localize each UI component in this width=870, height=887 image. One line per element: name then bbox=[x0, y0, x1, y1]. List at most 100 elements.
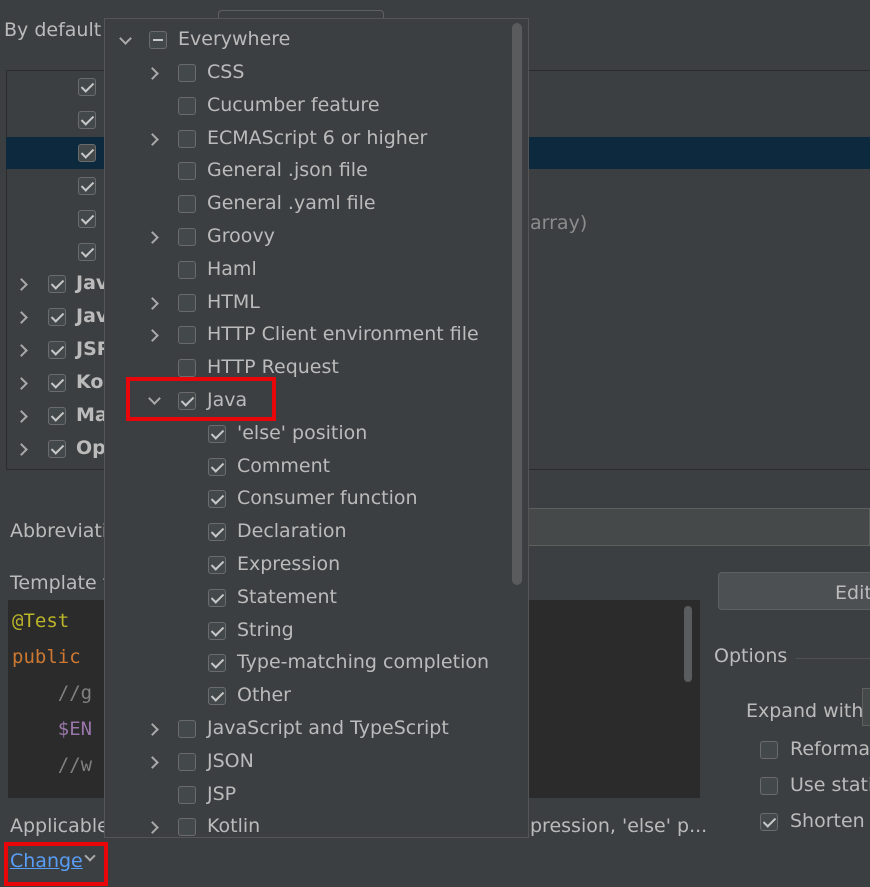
context-checkbox-statement[interactable] bbox=[208, 588, 226, 607]
applicable-label: Applicable bbox=[10, 815, 109, 837]
popup-scrollbar[interactable] bbox=[512, 23, 522, 585]
context-checkbox-javascript-and-typescript[interactable] bbox=[178, 720, 196, 738]
editor-scrollbar[interactable] bbox=[684, 606, 692, 682]
context-checkbox-groovy[interactable] bbox=[178, 228, 196, 246]
edit-variables-button[interactable]: Edit bbox=[718, 572, 870, 610]
group-checkbox[interactable] bbox=[48, 308, 66, 326]
template-checkbox[interactable] bbox=[78, 177, 96, 195]
group-checkbox[interactable] bbox=[48, 275, 66, 293]
context-label-groovy: Groovy bbox=[207, 225, 275, 247]
everywhere-label: Everywhere bbox=[178, 28, 291, 50]
context-label-http-client-environment-file: HTTP Client environment file bbox=[207, 323, 479, 346]
context-label-general-yaml-file: General .yaml file bbox=[207, 192, 376, 215]
context-label-comment: Comment bbox=[237, 454, 331, 477]
context-checkbox-type-matching-completion[interactable] bbox=[208, 654, 226, 673]
context-label-consumer-function: Consumer function bbox=[237, 487, 418, 510]
context-checkbox-declaration[interactable] bbox=[208, 523, 226, 542]
context-checkbox-kotlin[interactable] bbox=[178, 818, 196, 837]
option-checkbox[interactable] bbox=[760, 777, 778, 795]
code-line: //g bbox=[12, 682, 93, 704]
code-line: $EN bbox=[12, 718, 93, 740]
context-label-type-matching-completion: Type-matching completion bbox=[237, 651, 490, 674]
option-checkbox[interactable] bbox=[760, 813, 778, 831]
chevron-right-icon[interactable] bbox=[146, 755, 159, 769]
everywhere-checkbox[interactable] bbox=[149, 31, 167, 49]
expand-with-dropdown[interactable] bbox=[862, 688, 870, 726]
template-checkbox[interactable] bbox=[78, 111, 96, 129]
context-checkbox-else-position[interactable] bbox=[208, 424, 226, 443]
chevron-right-icon[interactable] bbox=[146, 67, 159, 80]
by-default-label: By default e bbox=[4, 19, 119, 41]
group-checkbox[interactable] bbox=[48, 374, 66, 392]
context-checkbox-html[interactable] bbox=[178, 293, 196, 312]
context-label-javascript-and-typescript: JavaScript and TypeScript bbox=[207, 717, 449, 739]
context-label-else-position: 'else' position bbox=[237, 421, 368, 444]
group-label: Ma bbox=[76, 404, 108, 426]
chevron-right-icon[interactable] bbox=[146, 231, 159, 244]
template-description-fragment: array) bbox=[530, 212, 588, 234]
context-label-general-json-file: General .json file bbox=[207, 159, 368, 182]
abbreviation-input[interactable] bbox=[520, 508, 870, 546]
context-popup[interactable]: Everywhere CSS Cucumber feature ECMAScript … bbox=[104, 18, 529, 838]
context-label-json: JSON bbox=[207, 749, 254, 772]
context-label-cucumber-feature: Cucumber feature bbox=[207, 93, 380, 116]
context-checkbox-string[interactable] bbox=[208, 621, 226, 640]
context-label-other: Other bbox=[237, 684, 291, 707]
chevron-right-icon[interactable] bbox=[146, 821, 159, 835]
context-label-http-request: HTTP Request bbox=[207, 356, 339, 379]
template-checkbox[interactable] bbox=[78, 144, 96, 162]
context-checkbox-jsp[interactable] bbox=[178, 785, 196, 804]
context-checkbox-json[interactable] bbox=[178, 752, 196, 771]
option-checkbox[interactable] bbox=[760, 741, 778, 759]
applicable-contexts-text: pression, 'else' p... bbox=[530, 815, 708, 837]
context-checkbox-general-json-file[interactable] bbox=[178, 162, 196, 181]
context-checkbox-general-yaml-file[interactable] bbox=[178, 195, 196, 214]
edit-button-label: Edit bbox=[835, 582, 870, 604]
option-label: Reformat bbox=[790, 738, 870, 760]
context-checkbox-http-request[interactable] bbox=[178, 359, 196, 378]
context-label-css: CSS bbox=[207, 61, 245, 83]
template-checkbox[interactable] bbox=[78, 243, 96, 261]
change-link-highlight bbox=[4, 842, 108, 886]
chevron-right-icon[interactable] bbox=[146, 132, 159, 146]
options-separator bbox=[796, 658, 870, 659]
context-checkbox-cucumber-feature[interactable] bbox=[178, 96, 196, 115]
context-checkbox-other[interactable] bbox=[208, 687, 226, 706]
context-checkbox-http-client-environment-file[interactable] bbox=[178, 326, 196, 345]
option-label: Shorten F bbox=[790, 810, 870, 832]
code-line: //w bbox=[12, 754, 93, 776]
option-label: Use static bbox=[790, 774, 870, 796]
java-item-highlight bbox=[126, 377, 276, 421]
group-label: Ko bbox=[76, 371, 104, 393]
group-label: Op bbox=[76, 437, 106, 459]
abbreviation-label: Abbreviatio bbox=[10, 520, 119, 542]
context-checkbox-consumer-function[interactable] bbox=[208, 490, 226, 509]
options-title: Options bbox=[714, 645, 788, 667]
context-label-haml: Haml bbox=[207, 257, 257, 280]
context-checkbox-comment[interactable] bbox=[208, 457, 226, 476]
chevron-right-icon[interactable] bbox=[146, 296, 159, 310]
context-label-declaration: Declaration bbox=[237, 520, 347, 543]
group-checkbox[interactable] bbox=[48, 407, 66, 425]
chevron-right-icon[interactable] bbox=[146, 329, 159, 343]
context-label-statement: Statement bbox=[237, 585, 337, 608]
context-checkbox-expression[interactable] bbox=[208, 556, 226, 574]
template-text-label: Template t bbox=[10, 572, 111, 594]
context-checkbox-haml[interactable] bbox=[178, 260, 196, 279]
context-checkbox-css[interactable] bbox=[178, 64, 196, 82]
code-line: public bbox=[12, 646, 81, 668]
context-checkbox-ecmascript-6-or-higher[interactable] bbox=[178, 129, 196, 148]
context-label-expression: Expression bbox=[237, 553, 341, 575]
code-line: @Test bbox=[12, 610, 70, 632]
group-checkbox[interactable] bbox=[48, 341, 66, 359]
expand-with-label: Expand with bbox=[746, 700, 864, 722]
context-label-string: String bbox=[237, 618, 294, 641]
chevron-right-icon[interactable] bbox=[146, 723, 159, 736]
context-label-ecmascript-6-or-higher: ECMAScript 6 or higher bbox=[207, 126, 428, 149]
template-checkbox[interactable] bbox=[78, 210, 96, 228]
group-checkbox[interactable] bbox=[48, 440, 66, 458]
template-checkbox[interactable] bbox=[78, 78, 96, 96]
chevron-down-icon[interactable] bbox=[119, 32, 132, 45]
context-label-kotlin: Kotlin bbox=[207, 815, 261, 838]
context-label-html: HTML bbox=[207, 290, 260, 313]
